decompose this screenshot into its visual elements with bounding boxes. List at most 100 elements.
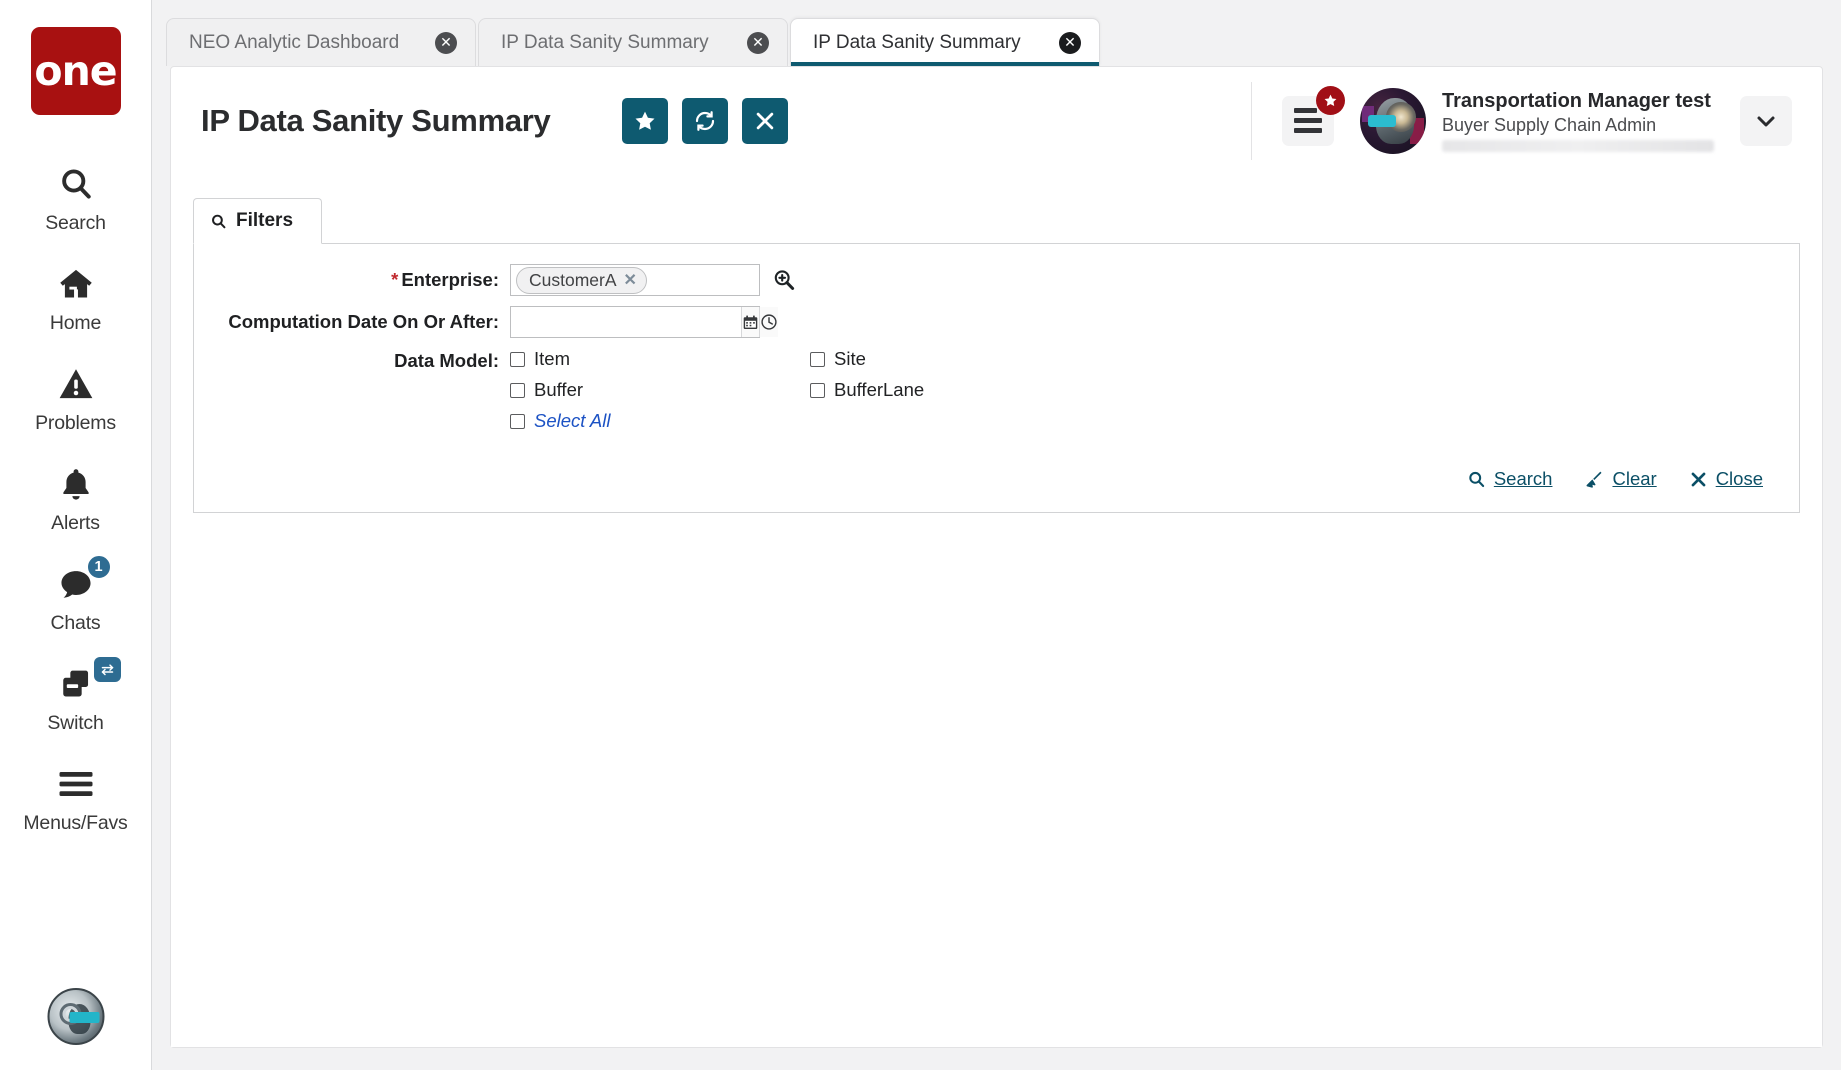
refresh-button[interactable]: [682, 97, 729, 144]
header-divider: [1251, 81, 1252, 160]
robot-assistant-avatar[interactable]: [47, 988, 104, 1045]
calendar-icon: [743, 315, 758, 329]
sidebar-item-problems[interactable]: Problems: [0, 349, 152, 449]
tab-close-icon[interactable]: ✕: [1059, 31, 1081, 54]
tab-label: NEO Analytic Dashboard: [189, 31, 400, 53]
sidebar: one Search Home Problems Alerts 1 Chats …: [0, 0, 152, 1070]
enterprise-label: * Enterprise:: [220, 269, 510, 291]
close-label: Close: [1715, 468, 1763, 489]
checkbox-label: BufferLane: [834, 379, 925, 400]
data-model-checkbox-grid: Item Buffer Select All Site BufferLane: [510, 348, 1110, 432]
checkbox-select-all[interactable]: Select All: [510, 410, 810, 432]
sidebar-item-chats[interactable]: 1 Chats: [0, 549, 152, 649]
close-link-button[interactable]: Close: [1689, 468, 1763, 490]
user-menu-button[interactable]: [1740, 95, 1792, 146]
sidebar-item-search[interactable]: Search: [0, 149, 152, 249]
enterprise-chip[interactable]: CustomerA ✕: [516, 266, 647, 294]
search-icon: [1469, 471, 1485, 487]
computation-date-label: Computation Date On Or After:: [228, 311, 499, 332]
checkbox-box[interactable]: [810, 351, 825, 367]
clear-button[interactable]: Clear: [1584, 468, 1657, 490]
checkbox-buffer[interactable]: Buffer: [510, 379, 810, 401]
close-button[interactable]: [742, 97, 789, 144]
enterprise-label-text: Enterprise:: [401, 269, 499, 290]
sidebar-item-label: Alerts: [51, 512, 100, 534]
header-user-region: Transportation Manager test Buyer Supply…: [1251, 67, 1822, 174]
filter-panel: * Enterprise: CustomerA ✕ Computation Da…: [193, 243, 1800, 513]
main-area: NEO Analytic Dashboard ✕ IP Data Sanity …: [152, 0, 1841, 1070]
close-x-icon: [1691, 472, 1706, 486]
tab-close-icon[interactable]: ✕: [435, 31, 457, 54]
user-meta: Transportation Manager test Buyer Supply…: [1442, 89, 1714, 153]
sidebar-item-menus-favs[interactable]: Menus/Favs: [0, 749, 152, 849]
checkbox-label: Item: [534, 348, 570, 369]
tab-ip-data-sanity-summary-1[interactable]: IP Data Sanity Summary ✕: [478, 18, 788, 66]
star-icon: [635, 111, 655, 130]
required-marker: *: [391, 269, 399, 290]
hamburger-icon: [53, 761, 99, 807]
close-x-icon[interactable]: ✕: [624, 270, 637, 290]
enterprise-chip-label: CustomerA: [529, 269, 617, 290]
checkbox-box[interactable]: [810, 382, 825, 398]
checkbox-site[interactable]: Site: [810, 348, 1110, 370]
favorite-button[interactable]: [622, 97, 669, 144]
enterprise-input[interactable]: CustomerA ✕: [510, 264, 760, 296]
search-button[interactable]: Search: [1467, 468, 1553, 490]
checkbox-box[interactable]: [510, 413, 525, 429]
data-model-label: Data Model:: [394, 350, 499, 371]
sidebar-item-label: Home: [49, 312, 102, 334]
checkbox-label: Select All: [534, 410, 611, 431]
user-redacted-line: [1442, 140, 1714, 153]
tab-label: IP Data Sanity Summary: [813, 31, 1021, 53]
computation-date-input[interactable]: [511, 307, 741, 337]
avatar[interactable]: [1360, 87, 1426, 154]
brand-logo-text: one: [34, 46, 117, 95]
calendar-button[interactable]: [741, 307, 759, 337]
swap-arrows-icon: [93, 657, 121, 682]
checkbox-bufferlane[interactable]: BufferLane: [810, 379, 1110, 401]
time-button[interactable]: [759, 307, 778, 337]
filter-tab-label: Filters: [236, 210, 294, 231]
user-role: Buyer Supply Chain Admin: [1442, 114, 1657, 135]
search-label: Search: [1493, 468, 1553, 489]
tab-neo-analytic-dashboard[interactable]: NEO Analytic Dashboard ✕: [166, 18, 476, 66]
page-card: IP Data Sanity Summary Transportation Ma…: [170, 66, 1823, 1048]
tab-filters[interactable]: Filters: [193, 198, 323, 244]
page-title: IP Data Sanity Summary: [201, 102, 551, 138]
sidebar-item-switch[interactable]: Switch: [0, 649, 152, 749]
tab-bar: NEO Analytic Dashboard ✕ IP Data Sanity …: [152, 0, 1841, 66]
refresh-icon: [696, 110, 715, 131]
search-icon: [53, 161, 99, 207]
page-header: IP Data Sanity Summary Transportation Ma…: [171, 67, 1822, 175]
menu-lines-icon: [1294, 108, 1322, 133]
field-row-data-model: Data Model: Item Buffer Select All Site …: [220, 348, 1773, 432]
field-row-enterprise: * Enterprise: CustomerA ✕: [220, 264, 1773, 296]
checkbox-box[interactable]: [510, 382, 525, 398]
close-x-icon: [757, 112, 774, 129]
filter-action-links: Search Clear Close: [220, 442, 1773, 500]
computation-date-field[interactable]: [510, 306, 778, 338]
tab-label: IP Data Sanity Summary: [501, 31, 709, 53]
sidebar-item-home[interactable]: Home: [0, 249, 152, 349]
sidebar-item-label: Chats: [50, 612, 101, 634]
sidebar-item-label: Menus/Favs: [23, 812, 128, 834]
checkbox-label: Buffer: [534, 379, 584, 400]
switch-windows-icon: [53, 657, 121, 707]
enterprise-lookup-button[interactable]: [772, 268, 796, 292]
tab-close-icon[interactable]: ✕: [747, 31, 769, 54]
checkbox-box[interactable]: [510, 351, 525, 367]
chat-bubble-icon: 1: [53, 554, 112, 607]
clear-label: Clear: [1612, 468, 1657, 489]
page-menu-button[interactable]: [1282, 85, 1345, 146]
filters-section: Filters * Enterprise: CustomerA ✕ Comput…: [193, 197, 1800, 513]
clock-icon: [761, 314, 777, 330]
checkbox-item[interactable]: Item: [510, 348, 810, 370]
tab-ip-data-sanity-summary-2[interactable]: IP Data Sanity Summary ✕: [790, 18, 1100, 66]
brand-logo[interactable]: one: [30, 27, 121, 115]
header-action-buttons: [622, 97, 789, 144]
home-icon: [53, 261, 99, 307]
data-model-column-left: Item Buffer Select All: [510, 348, 810, 432]
empty-results-area: [171, 622, 1822, 1047]
sidebar-item-alerts[interactable]: Alerts: [0, 449, 152, 549]
sidebar-item-label: Switch: [47, 712, 104, 734]
